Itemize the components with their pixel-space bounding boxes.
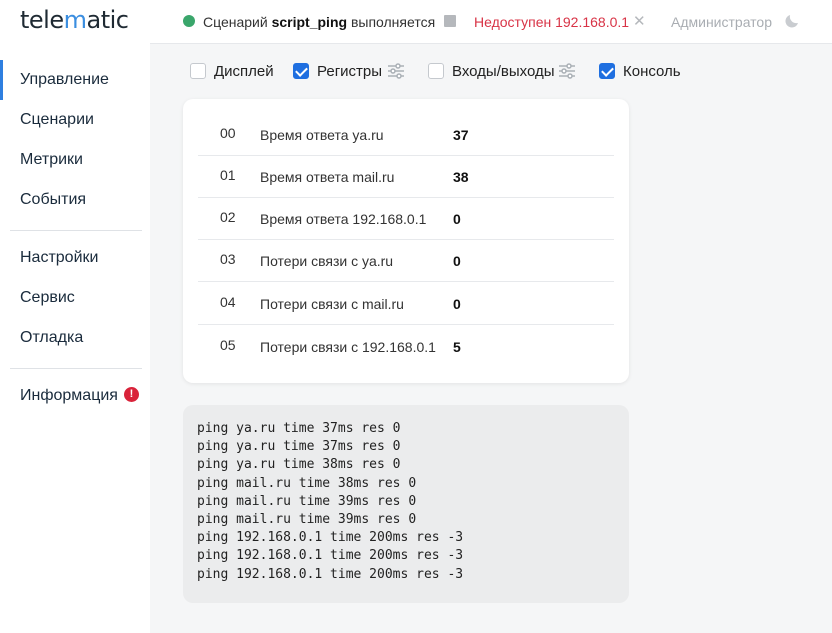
user-name[interactable]: Администратор xyxy=(671,14,772,30)
sidebar-item-label: Управление xyxy=(20,71,109,88)
register-value: 38 xyxy=(453,169,469,185)
register-value: 0 xyxy=(453,296,461,312)
warning-badge-icon: ! xyxy=(123,386,139,402)
toggle-console[interactable]: Консоль xyxy=(599,62,681,80)
console-line: ping 192.168.0.1 time 200ms res -3 xyxy=(197,530,464,546)
console-line: ping ya.ru time 37ms res 0 xyxy=(197,439,401,455)
sidebar-item-label: Сервис xyxy=(20,289,75,306)
register-name: Время ответа ya.ru xyxy=(260,127,384,143)
logo-text-b: m xyxy=(63,6,87,34)
register-row: 00 Время ответа ya.ru 37 xyxy=(198,114,614,156)
io-settings-icon[interactable] xyxy=(558,63,576,79)
console-line: ping ya.ru time 38ms res 0 xyxy=(197,457,401,473)
register-value: 0 xyxy=(453,211,461,227)
register-index: 02 xyxy=(220,209,236,225)
console-checkbox[interactable] xyxy=(599,63,615,79)
register-value: 0 xyxy=(453,253,461,269)
register-name: Время ответа mail.ru xyxy=(260,169,395,185)
registers-settings-icon[interactable] xyxy=(387,63,405,79)
toggle-io[interactable]: Входы/выходы xyxy=(428,62,555,80)
toggle-registers[interactable]: Регистры xyxy=(293,62,382,80)
sidebar-divider xyxy=(10,368,142,369)
sidebar-divider xyxy=(10,230,142,231)
moon-icon[interactable] xyxy=(783,12,801,30)
toggle-label: Регистры xyxy=(317,62,383,80)
sidebar-item-label: События xyxy=(20,191,87,208)
sidebar-item-label: Метрики xyxy=(20,151,83,168)
sidebar-item-events[interactable]: События xyxy=(0,180,150,220)
console-line: ping mail.ru time 39ms res 0 xyxy=(197,493,417,509)
console-output[interactable]: ping ya.ru time 37ms res 0 ping ya.ru ti… xyxy=(183,405,629,603)
toggle-label: Входы/выходы xyxy=(452,62,555,80)
script-name: script_ping xyxy=(271,14,348,30)
sidebar-item-settings[interactable]: Настройки xyxy=(0,238,150,278)
unreachable-alert: Недоступен 192.168.0.1 xyxy=(474,14,630,30)
sidebar: telematic Управление Сценарии Метрики Со… xyxy=(0,0,150,633)
topbar: Сценарий script_ping выполняется Недосту… xyxy=(150,0,832,44)
sidebar-item-label: Сценарии xyxy=(20,111,94,128)
sidebar-item-label: Отладка xyxy=(20,329,84,346)
io-checkbox[interactable] xyxy=(428,63,444,79)
register-index: 03 xyxy=(220,251,236,267)
register-value: 5 xyxy=(453,339,461,355)
register-index: 00 xyxy=(220,125,236,141)
register-index: 04 xyxy=(220,294,236,310)
sidebar-item-debug[interactable]: Отладка xyxy=(0,318,150,358)
sidebar-item-info[interactable]: Информация! xyxy=(0,376,150,416)
register-name: Время ответа 192.168.0.1 xyxy=(260,211,427,227)
script-status-text: Сценарий script_ping выполняется xyxy=(203,14,435,30)
display-checkbox[interactable] xyxy=(190,63,206,79)
status-prefix: Сценарий xyxy=(203,14,268,30)
register-name: Потери связи с ya.ru xyxy=(260,253,394,269)
logo[interactable]: telematic xyxy=(20,6,129,34)
register-name: Потери связи с mail.ru xyxy=(260,296,404,312)
register-value: 37 xyxy=(453,127,469,143)
sidebar-item-service[interactable]: Сервис xyxy=(0,278,150,318)
toggle-display[interactable]: Дисплей xyxy=(190,62,274,80)
sidebar-item-label: Информация xyxy=(20,387,118,404)
sidebar-item-label: Настройки xyxy=(20,249,99,266)
sidebar-item-scenarios[interactable]: Сценарии xyxy=(0,100,150,140)
status-dot-icon xyxy=(183,15,195,27)
toggle-label: Консоль xyxy=(623,62,681,80)
registers-checkbox[interactable] xyxy=(293,63,309,79)
logo-text-a: tele xyxy=(20,6,64,34)
register-index: 01 xyxy=(220,167,236,183)
console-line: ping 192.168.0.1 time 200ms res -3 xyxy=(197,566,464,582)
register-row: 03 Потери связи с ya.ru 0 xyxy=(198,240,614,282)
toggle-label: Дисплей xyxy=(214,62,274,80)
register-row: 04 Потери связи с mail.ru 0 xyxy=(198,283,614,325)
sidebar-item-control[interactable]: Управление xyxy=(0,60,150,100)
console-line: ping ya.ru time 37ms res 0 xyxy=(197,421,401,436)
console-line: ping mail.ru time 39ms res 0 xyxy=(197,512,417,528)
registers-panel: 00 Время ответа ya.ru 37 01 Время ответа… xyxy=(183,99,629,383)
logo-text-c: atic xyxy=(86,6,129,34)
stop-script-button[interactable] xyxy=(444,15,456,27)
status-suffix: выполняется xyxy=(350,14,436,30)
register-row: 01 Время ответа mail.ru 38 xyxy=(198,156,614,198)
console-line: ping 192.168.0.1 time 200ms res -3 xyxy=(197,548,464,564)
close-icon[interactable]: ✕ xyxy=(633,12,646,30)
console-line: ping mail.ru time 38ms res 0 xyxy=(197,475,417,491)
register-index: 05 xyxy=(220,337,236,353)
register-row: 05 Потери связи с 192.168.0.1 5 xyxy=(198,326,614,368)
register-name: Потери связи с 192.168.0.1 xyxy=(260,339,436,355)
sidebar-item-metrics[interactable]: Метрики xyxy=(0,140,150,180)
register-row: 02 Время ответа 192.168.0.1 0 xyxy=(198,198,614,240)
